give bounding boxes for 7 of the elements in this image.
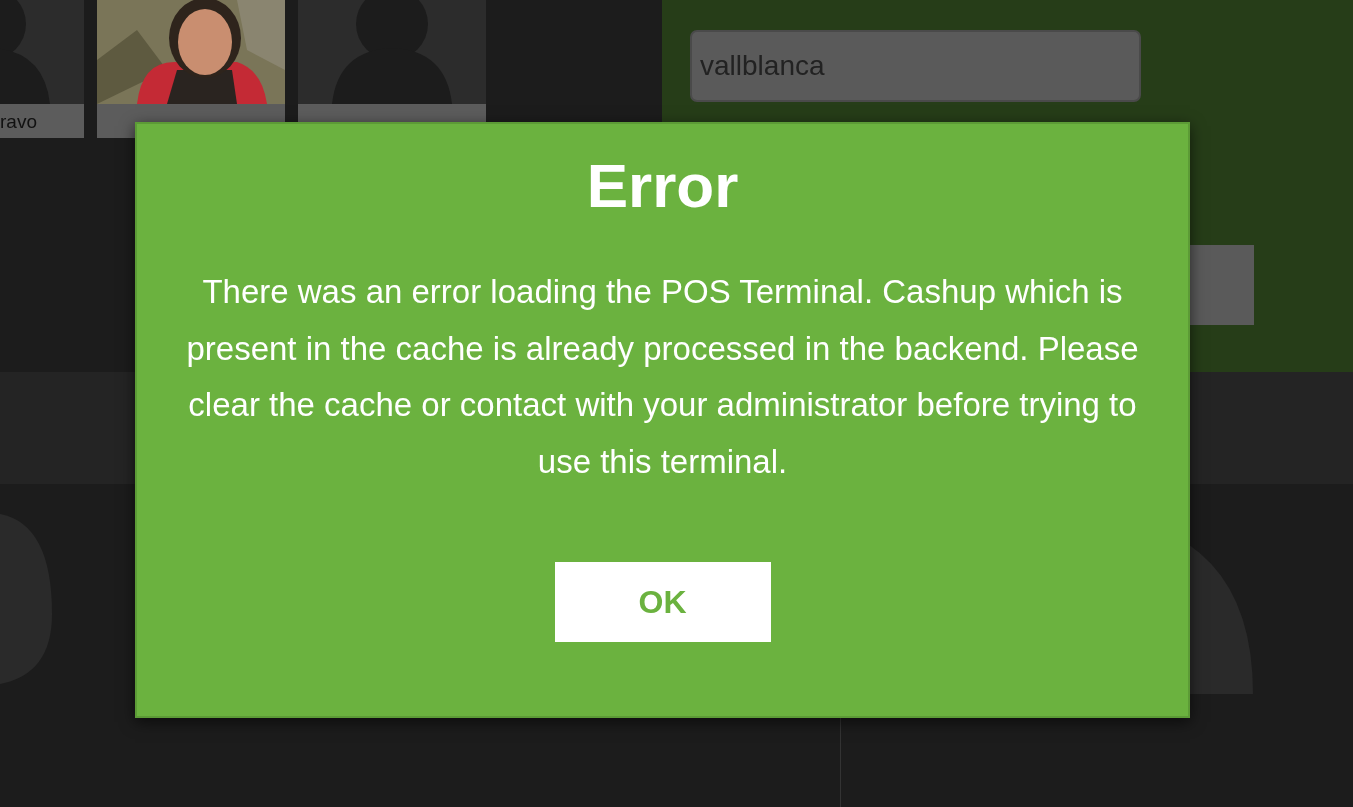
user-name: ravo — [0, 104, 84, 138]
user-tile[interactable]: ravo — [0, 0, 84, 138]
error-message: There was an error loading the POS Terminal. Cashup which is present in the cache is already processed in the backend. Please clear the cache or contact with your administrator before trying to use this terminal. — [185, 272, 1140, 482]
dialog-title: Error — [586, 150, 739, 222]
user-tile[interactable] — [97, 0, 285, 138]
username-field[interactable]: vallblanca — [690, 30, 1141, 102]
ok-button[interactable]: OK — [554, 562, 771, 642]
